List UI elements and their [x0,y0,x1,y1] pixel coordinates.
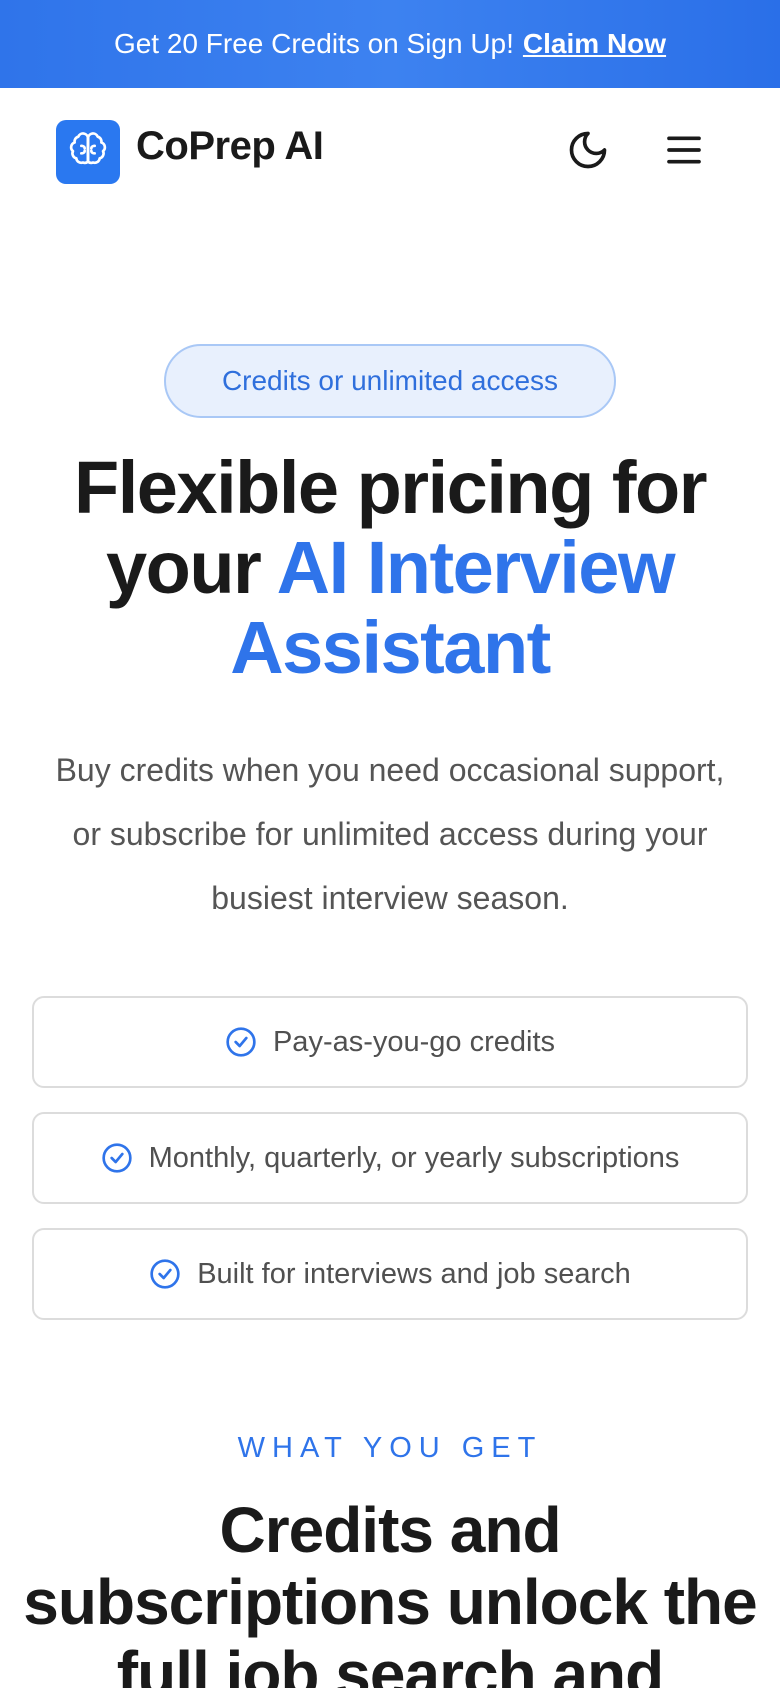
pricing-badge: Credits or unlimited access [164,344,616,418]
check-circle-icon [101,1142,133,1174]
section-eyebrow: WHAT YOU GET [237,1432,543,1464]
menu-button[interactable] [658,126,710,178]
pricing-badge-label: Credits or unlimited access [221,365,559,396]
feature-card: Monthly, quarterly, or yearly subscripti… [32,1112,748,1204]
claim-now-link[interactable]: Claim Now [523,28,666,60]
check-circle-icon [149,1258,181,1290]
check-circle-icon [225,1026,257,1058]
moon-icon [566,128,610,177]
feature-label: Pay-as-you-go credits [272,1025,556,1058]
brand-name[interactable]: CoPrep AI [136,124,324,169]
hero-title-accent: AI Interview Assistant [230,526,675,689]
promo-banner: Get 20 Free Credits on Sign Up! Claim No… [0,0,780,88]
hamburger-menu-icon [664,130,704,175]
feature-label: Built for interviews and job search [197,1257,631,1290]
feature-card: Built for interviews and job search [32,1228,748,1320]
feature-label: Monthly, quarterly, or yearly subscripti… [148,1141,680,1174]
brain-icon [68,130,108,175]
brand-logo[interactable] [56,120,120,184]
theme-toggle-button[interactable] [562,126,614,178]
hero-title: Flexible pricing for your AI Interview A… [30,448,750,688]
feature-card: Pay-as-you-go credits [32,996,748,1088]
top-nav: CoPrep AI [0,88,780,216]
hero-subtitle: Buy credits when you need occasional sup… [55,752,725,916]
promo-text: Get 20 Free Credits on Sign Up! [113,28,514,59]
section-title: Credits and subscriptions unlock the ful… [23,1494,757,1688]
